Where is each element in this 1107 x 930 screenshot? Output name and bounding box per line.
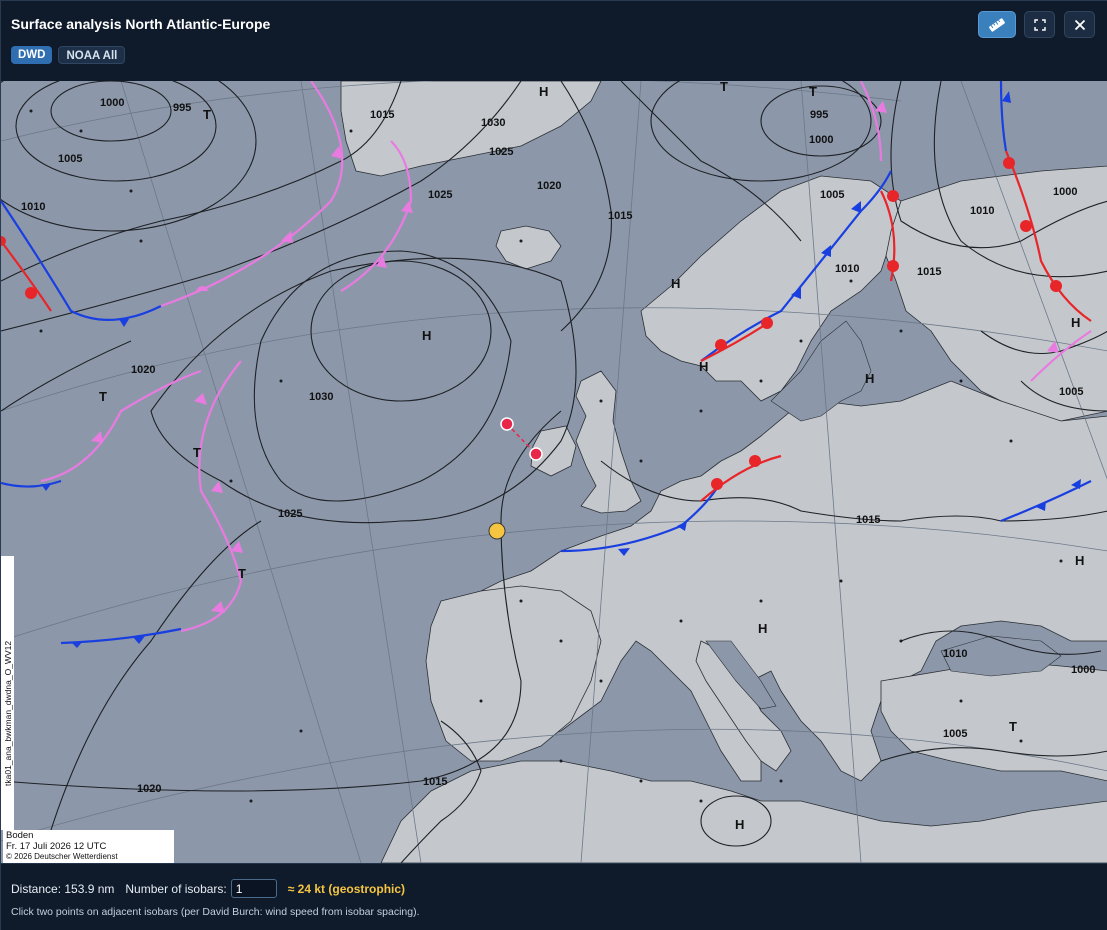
isobar-label: 995 [810, 109, 828, 121]
info-line-1: Boden [6, 830, 34, 841]
isobar-label: 1005 [820, 189, 844, 201]
info-line-3: © 2026 Deutscher Wetterdienst [6, 852, 118, 861]
pressure-center: H [1075, 553, 1084, 568]
pressure-center: H [758, 621, 767, 636]
isobar-label: 1025 [278, 508, 302, 520]
geostrophic-wind: ≈ 24 kt (geostrophic) [287, 881, 406, 896]
map-id-label: tka01_ana_bwkman_dwdna_O_WV12 [3, 640, 13, 786]
isobar-label: 1010 [943, 648, 967, 660]
pressure-center: H [422, 328, 431, 343]
isobar-label: 1025 [428, 189, 452, 201]
isobar-label: 1000 [1053, 186, 1077, 198]
isobar-label: 1015 [608, 210, 632, 222]
isobar-label: 1000 [809, 134, 833, 146]
hint-text: Click two points on adjacent isobars (pe… [11, 906, 420, 918]
isobar-label: 995 [173, 102, 191, 114]
close-icon [1074, 19, 1085, 30]
measure-point-a [500, 417, 514, 431]
map-id-strip: tka01_ana_bwkman_dwdna_O_WV12 [1, 556, 14, 830]
measure-button[interactable] [978, 11, 1016, 38]
weather-map[interactable]: 1000 995 1005 1010 1015 1030 1025 1020 9… [1, 81, 1107, 863]
isobar-label: 1025 [489, 146, 513, 158]
measure-footer: Distance: 153.9 nm Number of isobars: ≈ … [1, 863, 1107, 930]
pressure-center: T [809, 84, 817, 99]
tab-noaa-all[interactable]: NOAA All [58, 46, 126, 64]
info-line-2: Fr. 17 Juli 2026 12 UTC [6, 840, 107, 852]
pressure-center: H [865, 371, 874, 386]
pressure-center: H [699, 359, 708, 374]
isobars-label: Number of isobars: [125, 881, 227, 896]
close-button[interactable] [1064, 11, 1095, 38]
measure-point-b [529, 447, 543, 461]
isobar-label: 1000 [1071, 664, 1095, 676]
measure-row: Distance: 153.9 nm Number of isobars: ≈ … [11, 879, 405, 898]
isobar-label: 1005 [943, 728, 967, 740]
isobar-label: 1010 [21, 201, 45, 213]
distance-label: Distance: 153.9 nm [11, 881, 115, 896]
isobar-label: 1020 [537, 180, 561, 192]
isobar-label: 1015 [917, 266, 941, 278]
window-title: Surface analysis North Atlantic-Europe [11, 16, 271, 32]
isobar-label: 1010 [970, 205, 994, 217]
isobar-label: 1000 [100, 97, 124, 109]
isobar-label: 1015 [856, 514, 880, 526]
map-info-box: Boden Fr. 17 Juli 2026 12 UTC © 2026 Deu… [3, 830, 174, 863]
window-header: Surface analysis North Atlantic-Europe D… [1, 1, 1107, 81]
pressure-center: T [193, 445, 201, 460]
fullscreen-icon [1033, 18, 1046, 31]
pressure-center: H [671, 276, 680, 291]
pressure-center: T [203, 107, 211, 122]
pressure-center: T [720, 81, 728, 94]
pressure-center: T [1009, 719, 1017, 734]
map-canvas[interactable]: 1000 995 1005 1010 1015 1030 1025 1020 9… [1, 81, 1107, 863]
isobar-label: 1005 [1059, 386, 1083, 398]
isobar-label: 1015 [423, 776, 447, 788]
pressure-center: H [735, 817, 744, 832]
isobar-label: 1030 [309, 391, 333, 403]
pressure-center: T [99, 389, 107, 404]
pressure-center: H [539, 84, 548, 99]
isobar-label: 1010 [835, 263, 859, 275]
isobar-label: 1030 [481, 117, 505, 129]
pressure-center: T [238, 566, 246, 581]
source-tabs: DWD NOAA All [11, 46, 126, 64]
tab-dwd[interactable]: DWD [11, 46, 53, 64]
position-marker [488, 522, 506, 540]
fullscreen-button[interactable] [1024, 11, 1055, 38]
ruler-icon [989, 17, 1005, 32]
isobar-label: 1020 [131, 364, 155, 376]
analysis-window: Surface analysis North Atlantic-Europe D… [0, 0, 1107, 930]
isobar-label: 1015 [370, 109, 394, 121]
isobar-label: 1020 [137, 783, 161, 795]
isobars-input[interactable] [230, 879, 277, 898]
pressure-center: H [1071, 315, 1080, 330]
isobar-label: 1005 [58, 153, 82, 165]
